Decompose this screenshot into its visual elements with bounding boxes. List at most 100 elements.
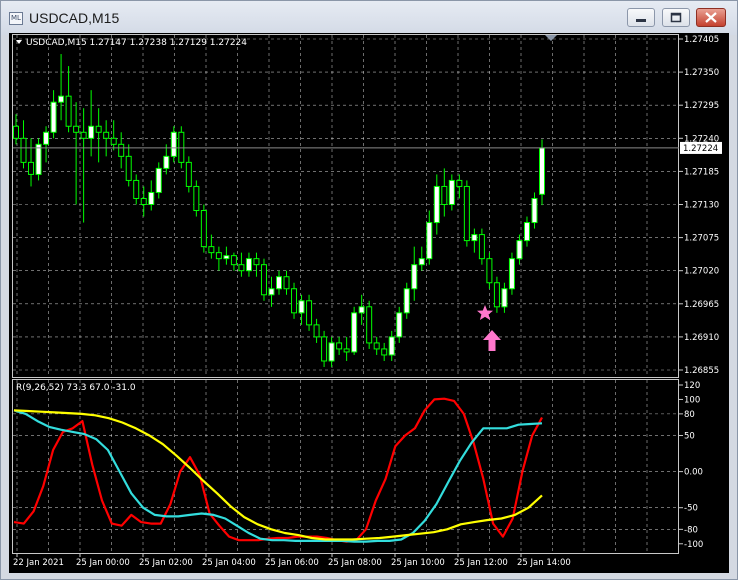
candle-body: [501, 288, 508, 308]
indicator-tick-label: 100: [684, 395, 700, 405]
indicator-tick-label: 120: [684, 381, 700, 391]
candle-body: [403, 288, 410, 314]
indicator-panel-header: R(9,26,52) 73.3 67.0 -31.0: [16, 383, 136, 393]
time-tick-label: 25 Jan 00:00: [76, 558, 130, 568]
candle-body: [13, 125, 19, 139]
candle-body: [170, 131, 177, 157]
indicator-lines: [13, 397, 543, 543]
candle-body: [178, 131, 185, 163]
candle-body: [35, 143, 42, 175]
price-tick-label: 1.26965: [684, 300, 719, 310]
candle-body: [433, 185, 440, 224]
candle-body: [268, 288, 275, 296]
time-tick-label: 25 Jan 12:00: [454, 558, 508, 568]
price-axis: 1.274051.273501.272951.272401.271851.271…: [679, 35, 719, 376]
candle-body: [396, 312, 403, 338]
price-panel-header: USDCAD,M15 1.27147 1.27238 1.27129 1.272…: [26, 38, 247, 48]
indicator-line-r9: [13, 397, 543, 543]
candle-body: [245, 258, 252, 272]
candles: [13, 54, 545, 367]
indicator-axis: 120 100 80 50 0.00 -50 -80 -100: [679, 381, 703, 550]
candle-body: [418, 258, 425, 266]
app-icon: ML: [9, 12, 23, 25]
price-tick-label: 1.26910: [684, 333, 719, 343]
indicator-line-r52: [13, 409, 543, 541]
candle-body: [283, 276, 290, 290]
time-tick-label: 25 Jan 06:00: [265, 558, 319, 568]
candle-body: [20, 137, 27, 163]
candle-body: [313, 324, 320, 338]
candle-body: [471, 234, 478, 242]
time-tick-label: 25 Jan 04:00: [202, 558, 256, 568]
minimize-button[interactable]: [627, 8, 655, 27]
candle-body: [478, 234, 485, 260]
candle-body: [298, 300, 305, 314]
candle-body: [253, 258, 260, 266]
maximize-button[interactable]: [662, 8, 690, 27]
close-icon: [705, 12, 717, 23]
candle-body: [523, 222, 530, 242]
star-signal-icon: [477, 305, 493, 320]
candle-body: [539, 147, 545, 195]
indicator-grid: [13, 380, 679, 553]
candle-body: [426, 222, 433, 260]
title-bar[interactable]: ML USDCAD,M15: [1, 1, 737, 35]
price-tick-label: 1.27075: [684, 234, 719, 244]
price-tick-label: 1.27350: [684, 68, 719, 78]
candle-body: [441, 185, 448, 205]
candle-body: [456, 179, 463, 187]
indicator-tick-label: -80: [684, 525, 698, 535]
candle-body: [448, 179, 455, 206]
candle-body: [125, 155, 132, 181]
candle-body: [95, 125, 102, 133]
chart-shift-marker[interactable]: [545, 35, 557, 41]
candle-body: [215, 252, 222, 260]
candle-body: [238, 264, 245, 272]
candle-body: [118, 143, 125, 157]
candle-body: [80, 131, 87, 139]
indicator-tick-label: 0.00: [684, 468, 703, 478]
candle-body: [411, 264, 418, 290]
buy-arrow-icon: [483, 330, 501, 351]
candle-body: [28, 161, 35, 175]
candle-body: [358, 306, 365, 314]
candle-body: [208, 246, 215, 254]
restore-icon: [670, 12, 682, 23]
candle-body: [373, 342, 380, 350]
candle-body: [110, 137, 117, 145]
candle-body: [388, 336, 395, 356]
indicator-tick-label: 50: [684, 432, 695, 442]
chart-canvas[interactable]: 1.274051.273501.272951.272401.271851.271…: [9, 33, 729, 573]
candle-body: [193, 185, 200, 212]
price-panel-border: [12, 34, 679, 378]
price-tick-label: 1.27020: [684, 267, 719, 277]
indicator-tick-label: -100: [684, 540, 703, 550]
price-tick-label: 1.27405: [684, 35, 719, 45]
price-tick-label: 1.27130: [684, 201, 719, 211]
indicator-tick-label: 80: [684, 410, 695, 420]
candle-body: [508, 258, 515, 290]
chart-area[interactable]: 1.27405 1.27350 1.27295 1.27240 1.27185 1.271…: [9, 33, 729, 573]
candle-body: [336, 342, 343, 350]
time-axis: 22 Jan 2021 25 Jan 00:00 25 Jan 02:00 25 Ja…: [13, 553, 571, 568]
candle-body: [148, 191, 155, 206]
candle-body: [321, 336, 328, 362]
candle-body: [516, 240, 523, 260]
close-button[interactable]: [696, 8, 726, 27]
candle-body: [200, 210, 207, 248]
candle-body: [43, 131, 50, 145]
indicator-tick-label: -50: [684, 504, 698, 514]
minimize-icon: [636, 19, 646, 22]
price-tick-label: 1.27185: [684, 167, 719, 177]
time-tick-label: 25 Jan 14:00: [517, 558, 571, 568]
candle-body: [103, 131, 110, 139]
candle-body: [133, 179, 140, 199]
candle-body: [351, 312, 358, 353]
candle-body: [73, 125, 80, 133]
candle-body: [343, 348, 350, 353]
candle-body: [223, 255, 230, 260]
candle-body: [486, 258, 493, 284]
candle-body: [163, 155, 170, 169]
candle-body: [50, 101, 57, 133]
candle-body: [185, 161, 192, 187]
